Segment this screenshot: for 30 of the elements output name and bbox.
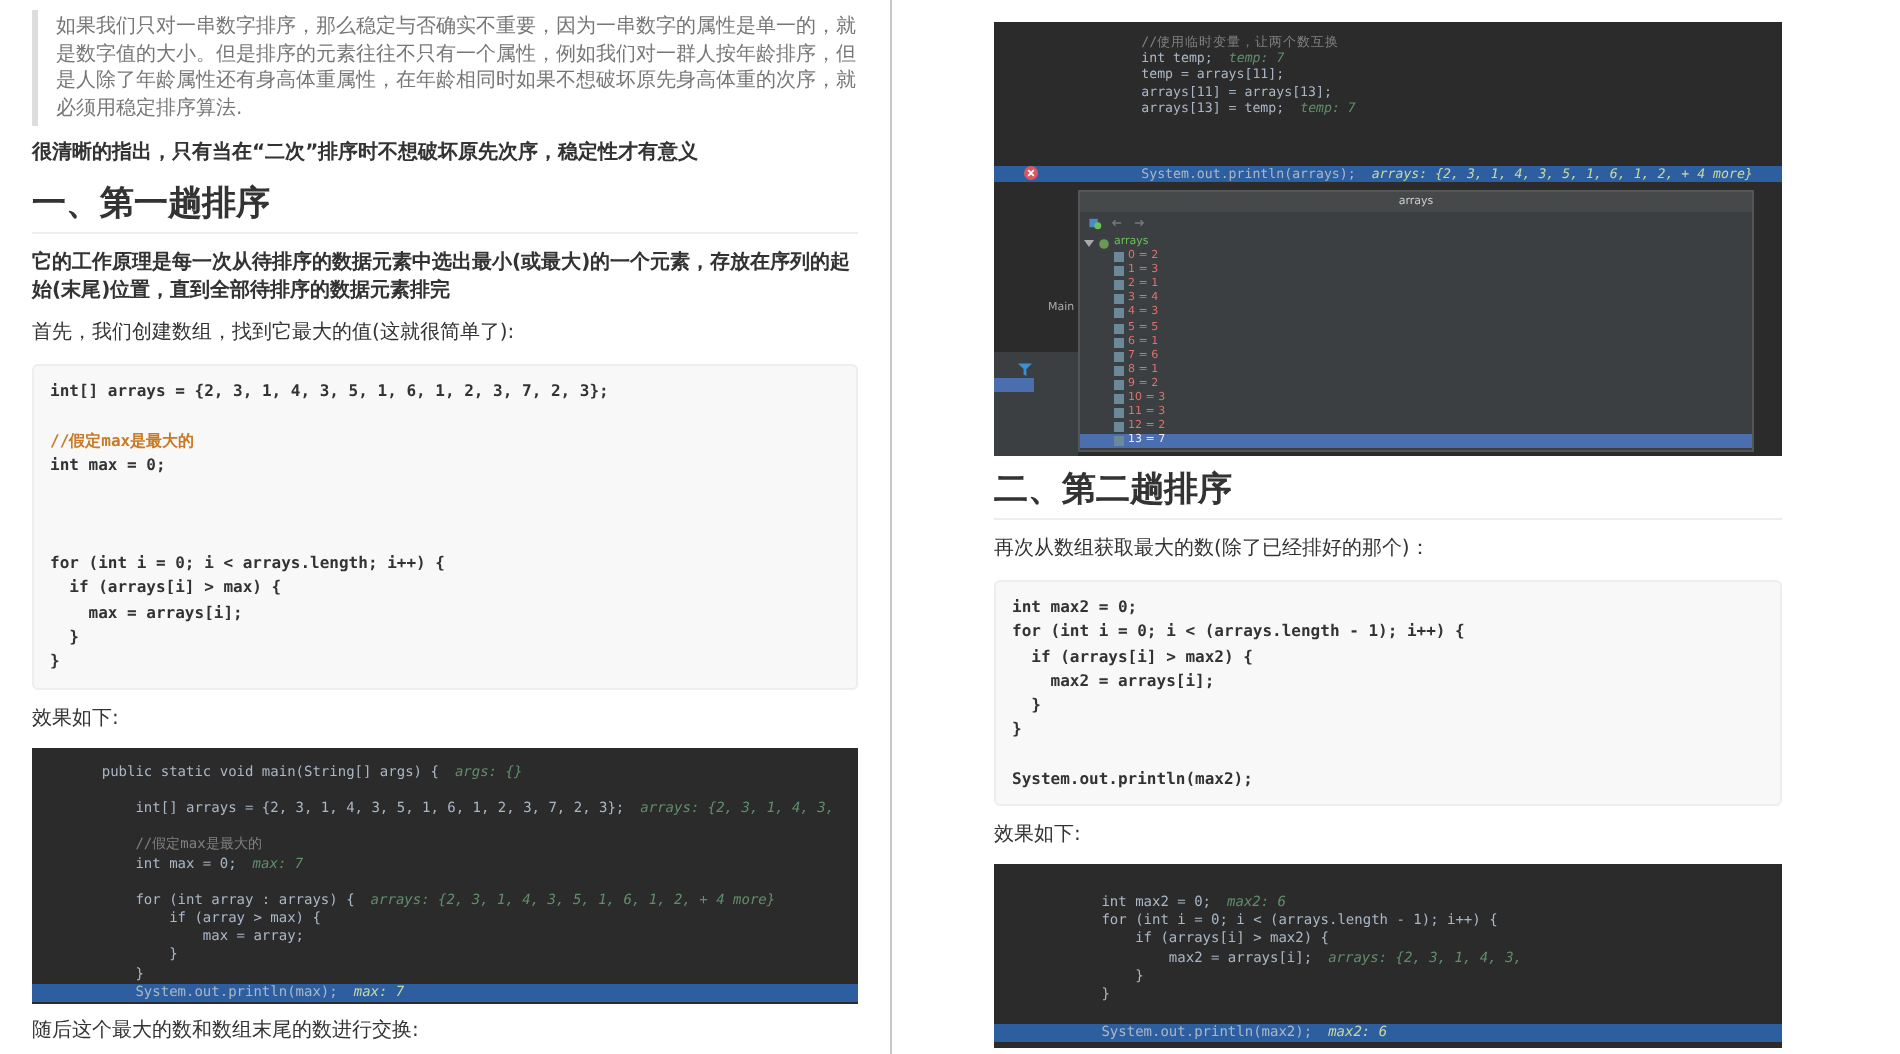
code-line: if (arrays[i] > max2) { [1029, 647, 1253, 666]
code-line: int max2 = 0; [1012, 598, 1138, 616]
watch-icon[interactable] [1088, 216, 1102, 230]
code-line: int[] arrays = {2, 3, 1, 4, 3, 5, 1, 6, 1, 2, 3, 7, 2, 3}; [50, 382, 609, 400]
code-line: } [1012, 720, 1022, 739]
paragraph: 再次从数组获取最大的数(除了已经排好的那个)： [994, 536, 1432, 564]
paragraph: 首先，我们创建数组，找到它最大的值(这就很简单了): [32, 320, 517, 348]
code-line: max = arrays[i]; [86, 603, 243, 622]
paragraph: 随后这个最大的数和数组末尾的数进行交换: [32, 1017, 421, 1046]
code-line: max2 = arrays[i]; [1048, 671, 1215, 690]
code-line: if (arrays[i] > max) { [67, 578, 282, 597]
code-line: System.out.println(max2); [1012, 770, 1253, 789]
section-heading: 二、第二趟排序 [994, 468, 1782, 520]
code-line: } [1029, 696, 1041, 715]
paragraph: 它的工作原理是每一次从待排序的数据元素中选出最小(或最大)的一个元素，存放在序列的起始(末尾)位置，直到全部待排序的数据元素排完 [32, 250, 853, 306]
paragraph: 效果如下: [994, 822, 1083, 851]
paragraph: 效果如下: [32, 705, 121, 734]
code-line: } [67, 627, 79, 646]
code-line: for (int i = 0; i < arrays.length; i++) { [50, 554, 445, 573]
quote-text: 如果我们只对一串数字排序，那么稳定与否确实不重要，因为一串数字的属性是单一的，就是数字值的大小。但是排序的元素往往不只有一个属性，例如我们对一群人按年龄排序，但是人除了年龄属性还有身高体重属性，在年龄相同时如果不想破坏原先身高体重的次序，就必须用稳定排序算法. [56, 14, 858, 122]
paragraph: 很清晰的指出，只有当在“二次”排序时不想破坏原先次序，稳定性才有意义 [32, 140, 701, 168]
section-heading: 一、第一趟排序 [32, 182, 858, 234]
code-line: for (int i = 0; i < (arrays.length - 1); i++) { [1012, 622, 1465, 641]
selected-frame-bar [994, 378, 1034, 392]
code-line: } [50, 652, 60, 671]
variable-icon [1098, 237, 1110, 249]
code-line: int max = 0; [50, 455, 166, 474]
code-comment: //假定max是最大的 [50, 431, 195, 450]
breakpoint-icon[interactable] [1024, 166, 1038, 181]
expanded-triangle-icon[interactable] [1084, 238, 1094, 248]
